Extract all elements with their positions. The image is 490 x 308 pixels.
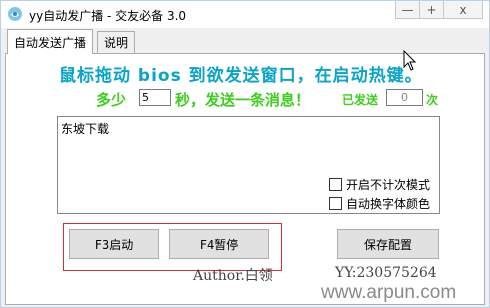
tab-instructions[interactable]: 说明 xyxy=(97,31,136,53)
minimize-button[interactable]: — xyxy=(396,1,420,18)
author-label: Author.白领 xyxy=(193,268,273,284)
auto-font-color-checkbox[interactable] xyxy=(329,197,342,210)
instruction-headline: 鼠标拖动 bios 到欲发送窗口，在启动热键。 xyxy=(59,66,423,86)
restore-button[interactable]: + xyxy=(420,1,444,18)
sent-label: 已发送 xyxy=(342,93,379,107)
no-count-mode-checkbox[interactable] xyxy=(329,178,342,191)
interval-prefix-label: 多少 xyxy=(96,91,127,109)
pause-button[interactable]: F4暂停 xyxy=(169,229,269,259)
save-config-button[interactable]: 保存配置 xyxy=(337,229,439,259)
auto-font-color-label: 自动换字体颜色 xyxy=(346,197,431,211)
window-controls: — + x xyxy=(395,1,483,19)
interval-input[interactable]: 5 xyxy=(139,89,171,106)
sent-count-field: 0 xyxy=(386,89,423,106)
window-title: yy自动发广播 - 交友必备 3.0 xyxy=(29,9,187,23)
sent-unit-label: 次 xyxy=(426,93,439,107)
title-bar[interactable]: yy自动发广播 - 交友必备 3.0 — + x xyxy=(1,1,489,28)
app-window: yy自动发广播 - 交友必备 3.0 — + x 自动发送广播 说明 鼠标拖动 … xyxy=(0,0,490,308)
option-auto-font-color[interactable]: 自动换字体颜色 xyxy=(329,195,430,212)
start-button[interactable]: F3启动 xyxy=(69,229,159,259)
close-button[interactable]: x xyxy=(444,1,482,18)
message-text: 东坡下载 xyxy=(61,122,110,136)
site-watermark: www.arpun.com xyxy=(321,282,457,303)
contact-label: YY:230575264 xyxy=(335,265,437,281)
tab-auto-broadcast[interactable]: 自动发送广播 xyxy=(7,29,94,54)
no-count-mode-label: 开启不计次模式 xyxy=(346,178,431,192)
option-no-count-mode[interactable]: 开启不计次模式 xyxy=(329,176,430,193)
interval-suffix-label: 秒，发送一条消息！ xyxy=(175,91,311,109)
mouse-cursor-icon xyxy=(403,50,417,71)
app-logo-icon xyxy=(8,7,22,21)
